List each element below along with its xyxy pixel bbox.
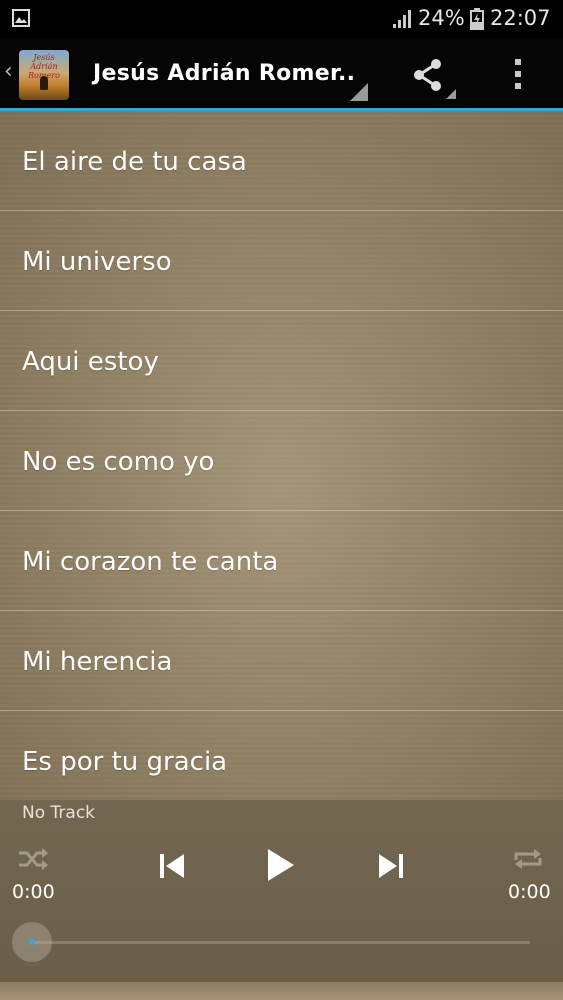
overflow-menu-icon[interactable] (513, 59, 523, 93)
status-bar: 24% 22:07 (0, 0, 563, 39)
bottom-strip (0, 982, 563, 1000)
total-time: 0:00 (508, 881, 551, 903)
list-item[interactable]: El aire de tu casa (0, 111, 563, 211)
back-chevron-icon[interactable]: ‹ (4, 61, 13, 83)
battery-charging-icon (470, 8, 484, 30)
gallery-icon (12, 9, 30, 27)
list-item[interactable]: Mi corazon te canta (0, 511, 563, 611)
track-title: Mi universo (22, 247, 172, 277)
track-title: El aire de tu casa (22, 147, 247, 177)
seek-bar[interactable] (32, 941, 530, 944)
signal-icon (393, 10, 411, 28)
battery-percent: 24% (418, 6, 465, 30)
track-title: Mi herencia (22, 647, 173, 677)
next-icon[interactable] (377, 850, 405, 882)
now-playing-label: No Track (22, 803, 96, 823)
share-dropdown-indicator-icon (446, 89, 456, 99)
track-title: Aqui estoy (22, 347, 159, 377)
logo-figure (40, 76, 48, 90)
list-item[interactable]: Mi universo (0, 211, 563, 311)
seek-thumb[interactable] (12, 922, 52, 962)
list-item[interactable]: No es como yo (0, 411, 563, 511)
list-item[interactable]: Aqui estoy (0, 311, 563, 411)
previous-icon[interactable] (158, 850, 186, 882)
track-list[interactable]: El aire de tu casa Mi universo Aqui esto… (0, 111, 563, 800)
repeat-icon[interactable] (512, 846, 544, 872)
share-icon[interactable] (410, 57, 446, 93)
app-logo[interactable]: Jesús Adrián Romero (19, 50, 69, 100)
player-panel: No Track 0:00 0:00 (0, 800, 563, 1000)
list-item[interactable]: Es por tu gracia (0, 711, 563, 800)
play-icon[interactable] (264, 846, 296, 884)
elapsed-time: 0:00 (12, 881, 55, 903)
clock: 22:07 (490, 6, 551, 30)
track-title: Mi corazon te canta (22, 547, 279, 577)
action-bar: ‹ Jesús Adrián Romero Jesús Adrián Romer… (0, 39, 563, 111)
app-title[interactable]: Jesús Adrián Romer.. (93, 61, 355, 86)
track-title: Es por tu gracia (22, 747, 228, 777)
spinner-indicator-icon (350, 83, 368, 101)
list-item[interactable]: Mi herencia (0, 611, 563, 711)
shuffle-icon[interactable] (17, 846, 49, 872)
track-title: No es como yo (22, 447, 215, 477)
